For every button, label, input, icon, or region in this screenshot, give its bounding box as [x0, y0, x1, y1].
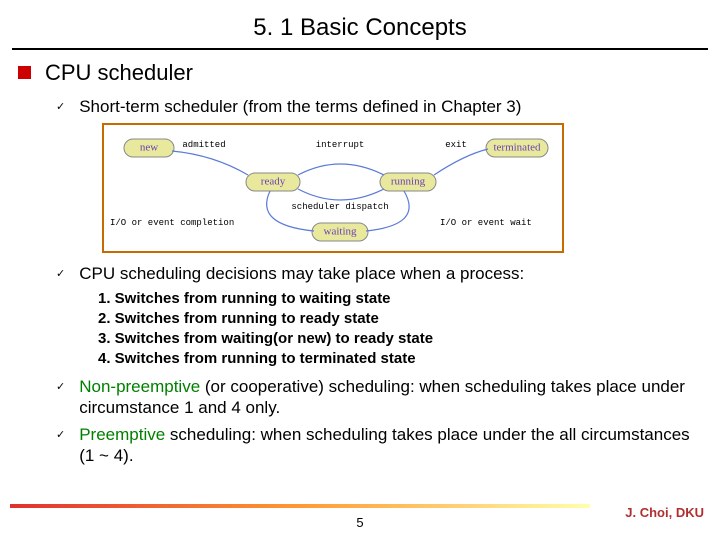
point-2-text: CPU scheduling decisions may take place … [79, 263, 524, 284]
check-icon: ✓ [56, 100, 65, 113]
node-waiting: waiting [312, 223, 368, 241]
point-2: ✓ CPU scheduling decisions may take plac… [56, 263, 702, 284]
svg-text:terminated: terminated [493, 142, 541, 154]
heading-row: CPU scheduler [18, 60, 702, 86]
point-4: ✓ Preemptive scheduling: when scheduling… [56, 424, 702, 467]
process-state-diagram: new terminated ready running waiting [102, 123, 564, 253]
svg-text:running: running [391, 176, 426, 188]
edge-interrupt [298, 164, 384, 175]
point-4-rest: scheduling: when scheduling takes place … [79, 425, 689, 465]
heading-text: CPU scheduler [45, 60, 193, 86]
point-3: ✓ Non-preemptive (or cooperative) schedu… [56, 376, 702, 419]
node-terminated: terminated [486, 139, 548, 157]
svg-text:waiting: waiting [324, 226, 357, 238]
point-3-text: Non-preemptive (or cooperative) scheduli… [79, 376, 702, 419]
page-number: 5 [0, 515, 720, 530]
label-interrupt: interrupt [316, 140, 365, 150]
square-bullet-icon [18, 66, 31, 79]
sub-item-3: 3. Switches from waiting(or new) to read… [98, 329, 702, 349]
sub-item-4: 4. Switches from running to terminated s… [98, 349, 702, 369]
node-running: running [380, 173, 436, 191]
slide-title: 5. 1 Basic Concepts [0, 0, 720, 48]
slide: 5. 1 Basic Concepts CPU scheduler ✓ Shor… [0, 0, 720, 540]
edge-dispatch [298, 189, 384, 200]
sub-item-1: 1. Switches from running to waiting stat… [98, 289, 702, 309]
check-icon: ✓ [56, 380, 65, 393]
label-iowait: I/O or event wait [440, 218, 532, 228]
sub-item-2: 2. Switches from running to ready state [98, 309, 702, 329]
point-1-text: Short-term scheduler (from the terms def… [79, 96, 521, 117]
title-rule [12, 48, 708, 50]
label-dispatch: scheduler dispatch [291, 202, 388, 212]
label-admitted: admitted [182, 140, 225, 150]
sub-list: 1. Switches from running to waiting stat… [98, 289, 702, 370]
svg-text:ready: ready [261, 176, 286, 188]
term-preemptive: Preemptive [79, 425, 165, 444]
footer-gradient-rule [10, 504, 590, 508]
slide-body: CPU scheduler ✓ Short-term scheduler (fr… [0, 60, 720, 467]
edge-exit [434, 149, 488, 175]
node-ready: ready [246, 173, 300, 191]
svg-text:new: new [140, 142, 158, 154]
label-exit: exit [445, 140, 467, 150]
label-iocomp: I/O or event completion [110, 218, 234, 228]
check-icon: ✓ [56, 267, 65, 280]
node-new: new [124, 139, 174, 157]
check-icon: ✓ [56, 428, 65, 441]
point-1: ✓ Short-term scheduler (from the terms d… [56, 96, 702, 117]
term-nonpreemptive: Non-preemptive [79, 377, 200, 396]
author-credit: J. Choi, DKU [625, 505, 704, 520]
edge-admitted [172, 151, 248, 175]
point-4-text: Preemptive scheduling: when scheduling t… [79, 424, 702, 467]
